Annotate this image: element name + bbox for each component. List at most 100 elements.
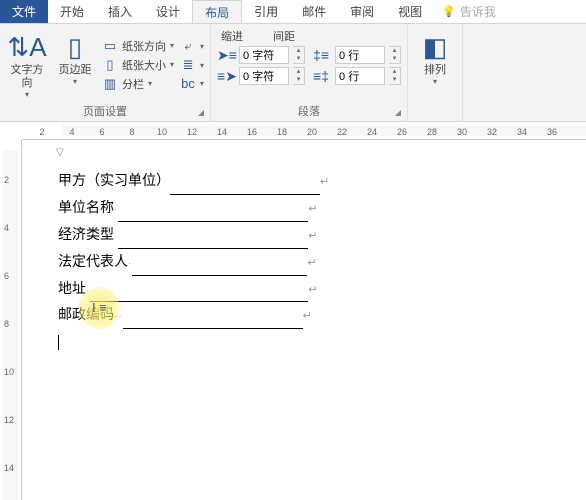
doc-line-1: 甲方（实习单位） ↵ <box>58 168 566 195</box>
ruler-tick: 4 <box>69 127 74 137</box>
arrange-group-label <box>414 105 456 119</box>
document-page[interactable]: ▽ 甲方（实习单位） ↵ 单位名称· ↵ 经济类型· ↵ 法定代表人· ↵ 地址… <box>22 140 586 500</box>
margins-button[interactable]: ▯ 页边距 ▾ <box>54 28 96 101</box>
ruler-tick: 10 <box>157 127 167 137</box>
ruler-tick: 6 <box>4 271 9 281</box>
chevron-down-icon: ▾ <box>170 41 174 50</box>
page-setup-group-label: 页面设置◢ <box>6 101 204 119</box>
indent-heading: 缩进 <box>221 28 243 44</box>
chevron-down-icon: ▾ <box>73 77 77 86</box>
columns-icon: ▥ <box>102 76 118 92</box>
chevron-down-icon: ▾ <box>200 79 204 88</box>
spacing-before-input[interactable] <box>335 46 385 64</box>
spacing-after-input[interactable] <box>335 67 385 85</box>
ruler-tick: 34 <box>517 127 527 137</box>
tab-home[interactable]: 开始 <box>48 0 96 23</box>
dialog-launcher-icon[interactable]: ◢ <box>395 108 401 117</box>
spacing-after-icon: ≡‡ <box>313 68 331 84</box>
tab-insert[interactable]: 插入 <box>96 0 144 23</box>
doc-line-7 <box>58 329 566 355</box>
chevron-down-icon: ▾ <box>200 61 204 70</box>
chevron-down-icon: ▾ <box>170 60 174 69</box>
text-direction-icon: ⇅A <box>7 30 46 64</box>
paragraph-mark-icon: ↵ <box>303 310 312 322</box>
ruler-tick: 36 <box>547 127 557 137</box>
ruler-tick: 14 <box>4 463 14 473</box>
tab-mailings[interactable]: 邮件 <box>290 0 338 23</box>
paragraph-mark-icon: ↵ <box>308 203 317 215</box>
ruler-tick: 30 <box>457 127 467 137</box>
ribbon: ⇅A 文字方向 ▾ ▯ 页边距 ▾ ▭ 纸张方向 ▾ ▯ 纸张大小 ▾ <box>0 24 586 122</box>
ruler-tick: 12 <box>4 415 14 425</box>
text-cursor <box>58 335 59 350</box>
size-button[interactable]: ▯ 纸张大小 ▾ <box>102 57 174 73</box>
tab-layout[interactable]: 布局 <box>192 0 242 23</box>
doc-line-5: 地址· ↵ <box>58 276 566 303</box>
doc-line-4: 法定代表人· ↵ <box>58 249 566 276</box>
columns-button[interactable]: ▥ 分栏 ▾ <box>102 76 174 92</box>
ruler-tick: 12 <box>187 127 197 137</box>
spinner-control[interactable]: ▴▾ <box>389 46 401 64</box>
spinner-control[interactable]: ▴▾ <box>293 67 305 85</box>
arrange-button[interactable]: ◧ 排列 ▾ <box>414 28 456 105</box>
ruler-tick: 2 <box>39 127 44 137</box>
doc-line-3: 经济类型· ↵ <box>58 222 566 249</box>
tab-references[interactable]: 引用 <box>242 0 290 23</box>
orientation-button[interactable]: ▭ 纸张方向 ▾ <box>102 38 174 54</box>
ruler-tick: 26 <box>397 127 407 137</box>
spinner-control[interactable]: ▴▾ <box>389 67 401 85</box>
indent-left-input[interactable] <box>239 46 289 64</box>
breaks-icon: ⤶ <box>180 38 196 54</box>
dialog-launcher-icon[interactable]: ◢ <box>198 108 204 117</box>
line-numbers-button[interactable]: ≣▾ <box>180 57 204 73</box>
ruler-tick: 14 <box>217 127 227 137</box>
paragraph-mark-icon: ↵ <box>308 284 317 296</box>
ruler-tick: 24 <box>367 127 377 137</box>
spacing-before-icon: ‡≡ <box>313 47 331 63</box>
tell-me-label: 告诉我 <box>460 3 496 20</box>
tab-design[interactable]: 设计 <box>144 0 192 23</box>
ruler-tick: 6 <box>99 127 104 137</box>
tell-me-search[interactable]: 💡 告诉我 <box>434 0 504 23</box>
arrange-label: 排列 <box>424 64 446 77</box>
paragraph-group-label: 段落◢ <box>217 101 401 119</box>
line-numbers-icon: ≣ <box>180 57 196 73</box>
size-label: 纸张大小 <box>122 57 166 73</box>
ruler-tick: 16 <box>247 127 257 137</box>
tab-review[interactable]: 审阅 <box>338 0 386 23</box>
spacing-heading: 间距 <box>273 28 295 44</box>
hyphenation-icon: bc <box>180 76 196 91</box>
doc-line-6: 邮政编码·· ↵ <box>58 302 566 329</box>
bulb-icon: 💡 <box>442 5 456 18</box>
hyphenation-button[interactable]: bc ▾ <box>180 76 204 91</box>
margins-label: 页边距 <box>59 64 92 77</box>
breaks-button[interactable]: ⤶▾ <box>180 38 204 54</box>
orientation-label: 纸张方向 <box>122 38 166 54</box>
ruler-tick: 32 <box>487 127 497 137</box>
size-icon: ▯ <box>102 57 118 73</box>
tab-file[interactable]: 文件 <box>0 0 48 23</box>
group-page-setup: ⇅A 文字方向 ▾ ▯ 页边距 ▾ ▭ 纸张方向 ▾ ▯ 纸张大小 ▾ <box>0 24 211 121</box>
ruler-tick: 18 <box>277 127 287 137</box>
columns-label: 分栏 <box>122 76 144 92</box>
workspace: 2468101214 ▽ 甲方（实习单位） ↵ 单位名称· ↵ 经济类型· ↵ … <box>0 140 586 500</box>
vertical-ruler[interactable]: 2468101214 <box>0 140 22 500</box>
tab-view[interactable]: 视图 <box>386 0 434 23</box>
spinner-control[interactable]: ▴▾ <box>293 46 305 64</box>
text-direction-button[interactable]: ⇅A 文字方向 ▾ <box>6 28 48 101</box>
chevron-down-icon: ▾ <box>200 42 204 51</box>
ruler-tick: 22 <box>337 127 347 137</box>
ruler-tick: 8 <box>4 319 9 329</box>
indent-marker-icon[interactable]: ▽ <box>56 144 64 163</box>
horizontal-ruler[interactable]: ◢ 24681012141618202224262830323436 <box>22 122 586 140</box>
indent-right-input[interactable] <box>239 67 289 85</box>
ruler-tick: 4 <box>4 223 9 233</box>
group-paragraph: 缩进 间距 ➤≡ ▴▾ ≡➤ ▴▾ ‡≡ ▴▾ ≡‡ ▴▾ 段落◢ <box>211 24 408 121</box>
doc-line-2: 单位名称· ↵ <box>58 195 566 222</box>
chevron-down-icon: ▾ <box>148 79 152 88</box>
text-direction-label: 文字方向 <box>6 64 48 90</box>
indent-left-icon: ➤≡ <box>217 47 235 64</box>
arrange-icon: ◧ <box>423 30 448 64</box>
indent-right-icon: ≡➤ <box>217 68 235 85</box>
ruler-tick: 8 <box>129 127 134 137</box>
